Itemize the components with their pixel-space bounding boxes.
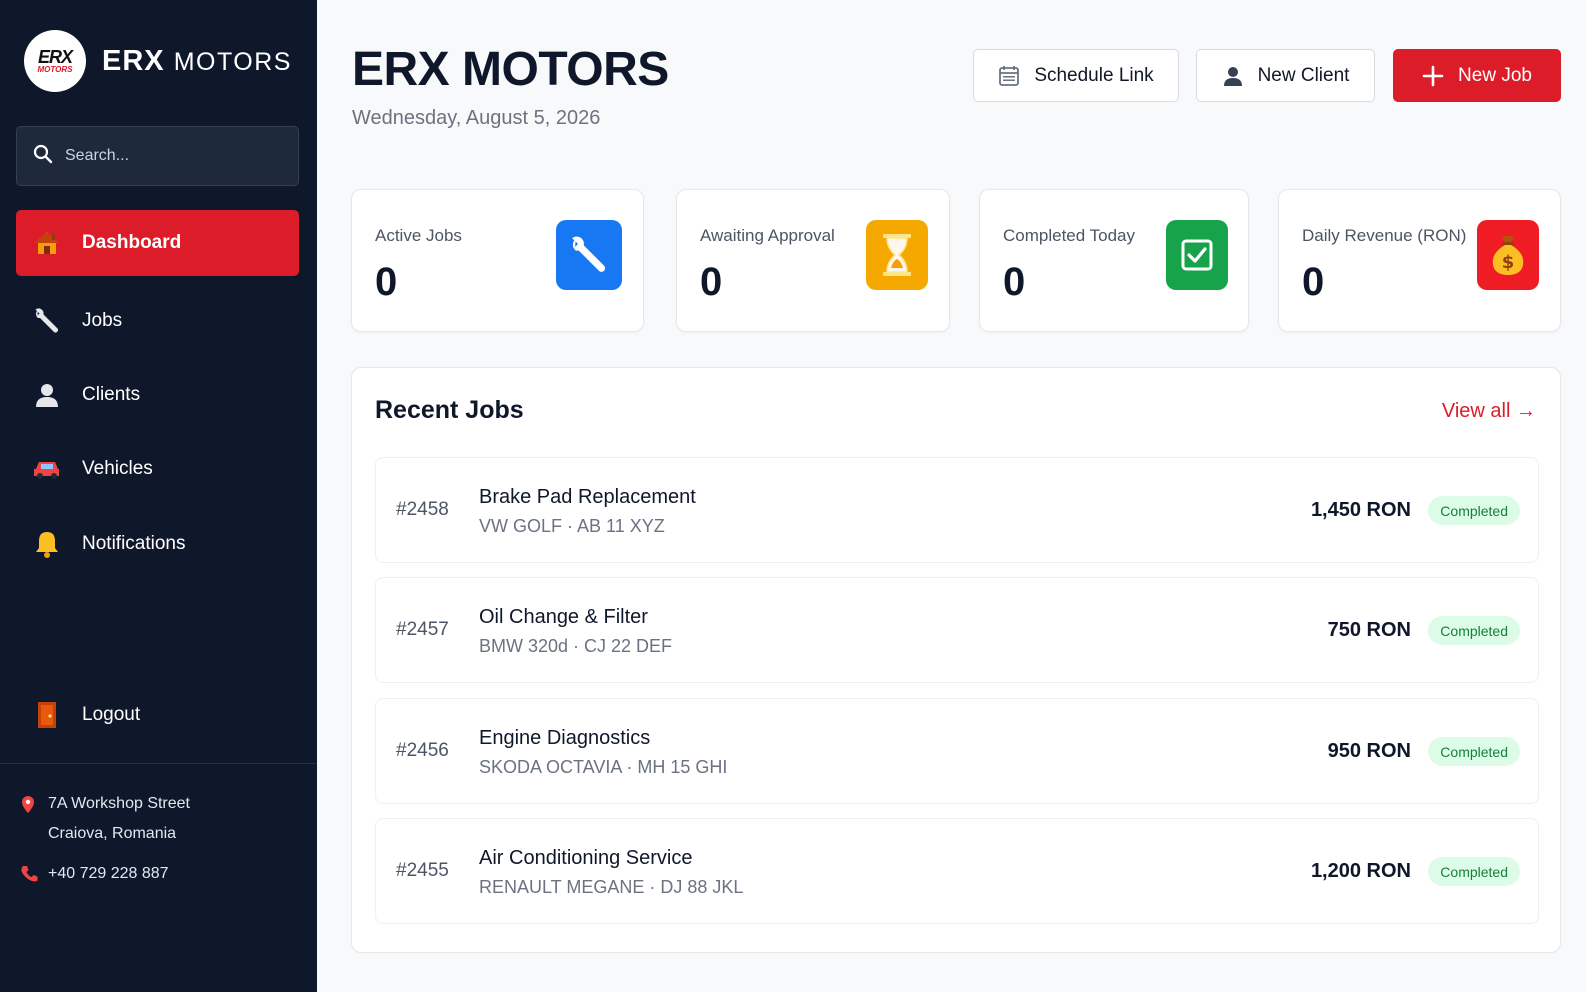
page-date: Wednesday, August 5, 2026	[352, 107, 601, 129]
status-badge: Completed	[1428, 496, 1520, 525]
phone-icon	[20, 859, 48, 883]
stat-value: 0	[375, 260, 398, 304]
brand-logo: ERX MOTORS	[24, 30, 86, 92]
nav-item-vehicles[interactable]: Vehicles	[16, 436, 299, 502]
job-vehicle: VW GOLF · AB 11 XYZ	[479, 516, 665, 536]
svg-text:$: $	[1502, 252, 1515, 273]
nav-item-logout[interactable]: Logout	[16, 682, 299, 748]
hourglass-icon	[866, 220, 928, 290]
table-row[interactable]: #2457 Oil Change & Filter BMW 320d · CJ …	[375, 577, 1539, 683]
house-icon	[32, 228, 62, 258]
job-title: Air Conditioning Service	[479, 847, 693, 869]
brand[interactable]: ERX MOTORS ERX MOTORS	[24, 30, 292, 92]
phone[interactable]: +40 729 228 887	[20, 859, 169, 889]
table-row[interactable]: #2458 Brake Pad Replacement VW GOLF · AB…	[375, 457, 1539, 563]
new-job-button[interactable]: New Job	[1393, 49, 1561, 102]
table-row[interactable]: #2456 Engine Diagnostics SKODA OCTAVIA ·…	[375, 698, 1539, 804]
recent-jobs-panel: Recent Jobs View all → #2458 Brake Pad R…	[351, 367, 1561, 953]
new-client-label: New Client	[1257, 64, 1350, 86]
schedule-link-button[interactable]: Schedule Link	[973, 49, 1179, 102]
schedule-link-label: Schedule Link	[1034, 64, 1154, 86]
stat-card-completed-today[interactable]: Completed Today 0	[979, 189, 1249, 332]
car-icon	[32, 454, 62, 484]
nav-label: Logout	[82, 704, 141, 725]
search-input[interactable]	[65, 147, 285, 165]
nav-label: Jobs	[82, 310, 123, 331]
money-bag-icon: $	[1477, 220, 1539, 290]
stat-card-daily-revenue[interactable]: Daily Revenue (RON) 0 $	[1278, 189, 1561, 332]
job-id: #2458	[396, 499, 449, 520]
status-badge: Completed	[1428, 737, 1520, 766]
stat-value: 0	[700, 260, 723, 304]
stat-card-awaiting-approval[interactable]: Awaiting Approval 0	[676, 189, 950, 332]
search-icon	[33, 144, 53, 169]
nav-item-jobs[interactable]: Jobs	[16, 288, 299, 354]
new-job-label: New Job	[1458, 64, 1532, 86]
nav-item-clients[interactable]: Clients	[16, 362, 299, 428]
user-icon	[1222, 65, 1244, 87]
job-id: #2455	[396, 860, 449, 881]
job-price: 1,200 RON	[1310, 859, 1411, 882]
stat-card-active-jobs[interactable]: Active Jobs 0	[351, 189, 644, 332]
search-box	[16, 126, 299, 186]
sidebar-divider	[0, 763, 317, 764]
recent-jobs-title: Recent Jobs	[375, 396, 524, 424]
phone-number: +40 729 228 887	[48, 865, 169, 882]
calendar-icon	[998, 65, 1020, 87]
job-id: #2456	[396, 740, 449, 761]
check-icon	[1166, 220, 1228, 290]
stat-label: Active Jobs	[375, 226, 462, 245]
nav-label: Clients	[82, 384, 141, 405]
job-price: 1,450 RON	[1310, 498, 1411, 521]
sidebar: ERX MOTORS ERX MOTORS Dashboard Jobs Cli…	[0, 0, 317, 992]
address-line2: Craiova, Romania	[48, 825, 177, 842]
status-badge: Completed	[1428, 857, 1520, 886]
job-price: 950 RON	[1327, 739, 1411, 762]
new-client-button[interactable]: New Client	[1196, 49, 1375, 102]
nav-item-notifications[interactable]: Notifications	[16, 511, 299, 577]
nav-label: Notifications	[82, 533, 186, 554]
wrench-icon	[556, 220, 622, 290]
view-all-link[interactable]: View all →	[1442, 400, 1536, 423]
table-row[interactable]: #2455 Air Conditioning Service RENAULT M…	[375, 818, 1539, 924]
job-vehicle: SKODA OCTAVIA · MH 15 GHI	[479, 757, 728, 777]
job-title: Brake Pad Replacement	[479, 486, 696, 508]
nav-label: Vehicles	[82, 458, 153, 479]
nav-item-dashboard[interactable]: Dashboard	[16, 210, 299, 276]
job-title: Engine Diagnostics	[479, 727, 651, 749]
job-title: Oil Change & Filter	[479, 606, 648, 628]
stat-value: 0	[1003, 260, 1026, 304]
job-vehicle: BMW 320d · CJ 22 DEF	[479, 636, 673, 656]
wrench-icon	[32, 306, 62, 336]
stat-label: Awaiting Approval	[700, 226, 835, 245]
stat-label: Daily Revenue (RON)	[1302, 226, 1467, 245]
job-price: 750 RON	[1327, 618, 1411, 641]
stat-label: Completed Today	[1003, 226, 1135, 245]
stat-value: 0	[1302, 260, 1325, 304]
status-badge: Completed	[1428, 616, 1520, 645]
nav-label: Dashboard	[82, 232, 182, 253]
pin-icon	[20, 789, 48, 815]
job-vehicle: RENAULT MEGANE · DJ 88 JKL	[479, 877, 744, 897]
user-icon	[32, 380, 62, 410]
plus-icon	[1422, 65, 1444, 87]
job-id: #2457	[396, 619, 449, 640]
address-line1: 7A Workshop Street	[48, 795, 190, 812]
door-icon	[32, 700, 62, 730]
bell-icon	[32, 529, 62, 559]
address: 7A Workshop Street Craiova, Romania	[20, 789, 190, 849]
page-title: ERX MOTORS	[352, 43, 669, 96]
brand-name: ERX MOTORS	[102, 44, 292, 77]
